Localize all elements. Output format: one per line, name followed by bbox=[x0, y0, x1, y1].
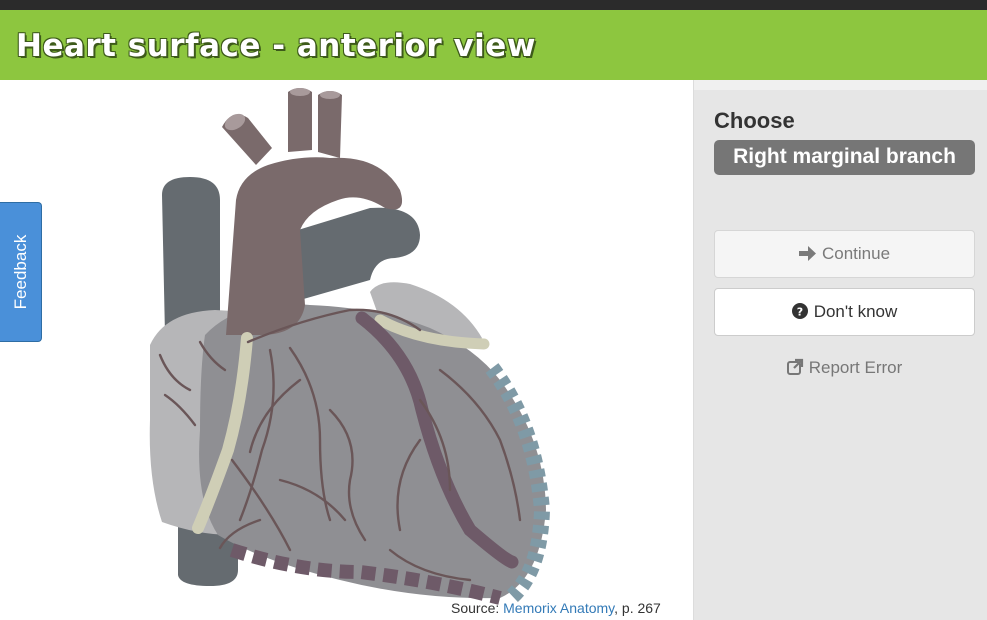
page-title: Heart surface - anterior view bbox=[16, 28, 536, 64]
report-error-label: Report Error bbox=[808, 358, 903, 377]
left-subclavian bbox=[318, 91, 342, 158]
source-suffix: , p. 267 bbox=[614, 600, 661, 616]
top-bar bbox=[0, 0, 987, 10]
source-prefix: Source: bbox=[451, 600, 504, 616]
continue-button[interactable]: Continue bbox=[714, 230, 975, 278]
source-link[interactable]: Memorix Anatomy bbox=[503, 600, 614, 616]
choose-label: Choose bbox=[714, 108, 795, 133]
continue-label: Continue bbox=[821, 244, 891, 263]
svg-text:?: ? bbox=[797, 305, 803, 318]
external-link-icon bbox=[786, 358, 804, 380]
target-structure-badge: Right marginal branch bbox=[714, 140, 975, 175]
left-common-carotid bbox=[288, 88, 312, 152]
feedback-label: Feedback bbox=[10, 234, 30, 310]
source-credit: Source: Memorix Anatomy, p. 267 bbox=[451, 600, 661, 616]
report-error-link[interactable]: Report Error bbox=[714, 358, 975, 380]
header-bar: Heart surface - anterior view bbox=[0, 10, 987, 80]
panel-top-strip bbox=[694, 80, 987, 90]
question-circle-icon: ? bbox=[791, 291, 808, 337]
diagram-canvas: Source: Memorix Anatomy, p. 267 bbox=[0, 80, 693, 620]
dont-know-button[interactable]: ? Don't know bbox=[714, 288, 975, 336]
dont-know-label: Don't know bbox=[813, 302, 898, 321]
heart-illustration bbox=[149, 88, 551, 607]
feedback-tab[interactable]: Feedback bbox=[0, 202, 42, 342]
arrow-right-icon bbox=[798, 233, 816, 279]
quiz-panel: Choose Right marginal branch Continue ? … bbox=[693, 80, 987, 620]
